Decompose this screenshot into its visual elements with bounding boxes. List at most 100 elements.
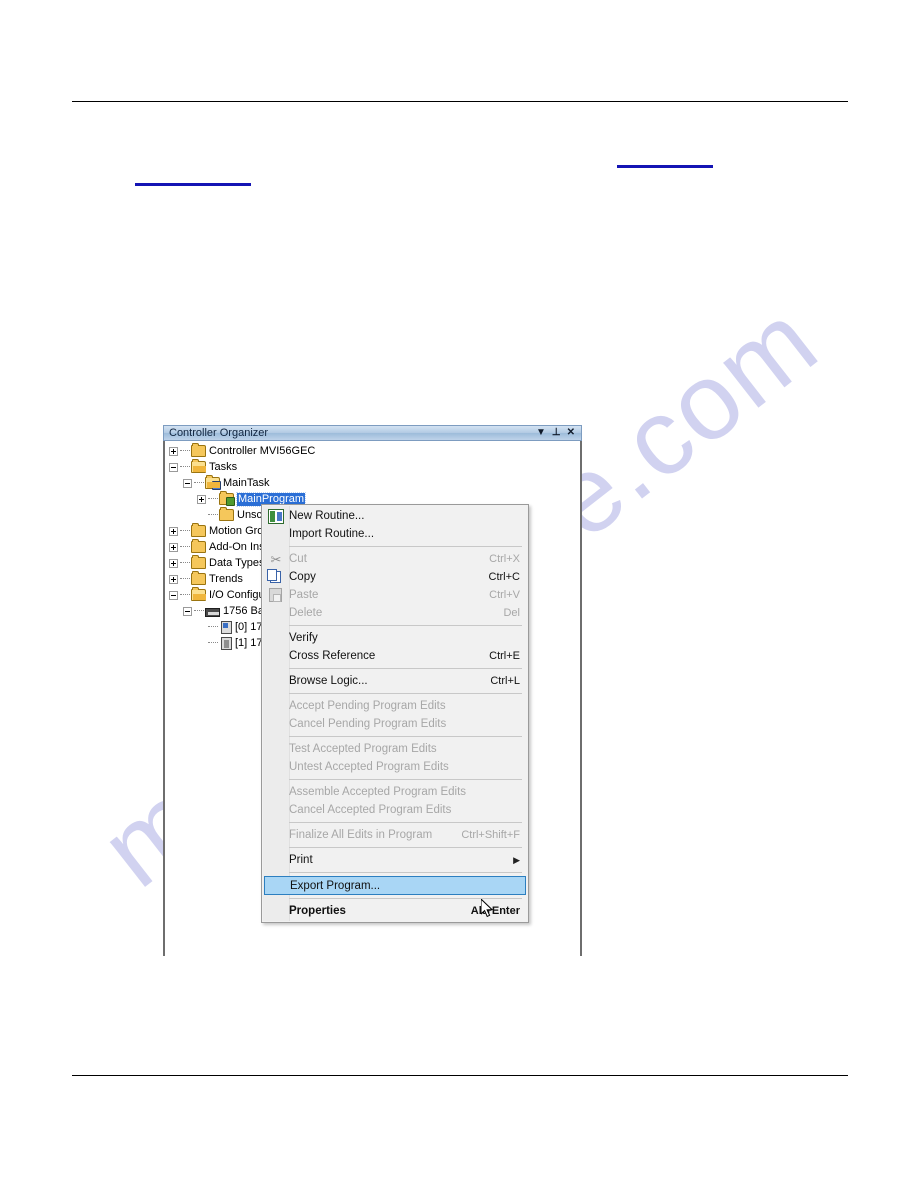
collapse-icon[interactable]	[183, 478, 192, 488]
menu-item-shortcut: Ctrl+Shift+F	[461, 829, 520, 841]
tree-connector	[208, 498, 218, 500]
page-footer-rule	[72, 1075, 848, 1076]
tree-connector	[180, 562, 190, 564]
folder-closed-icon	[219, 507, 234, 521]
menu-item-untest-accepted-program-edits: Untest Accepted Program Edits	[262, 758, 528, 776]
menu-item-label: Assemble Accepted Program Edits	[289, 786, 467, 798]
cross-reference-link-right[interactable]	[617, 165, 713, 168]
tree-connector	[208, 626, 218, 628]
menu-item-label: Import Routine...	[289, 528, 375, 540]
folder-closed-icon	[191, 539, 206, 553]
expand-icon[interactable]	[169, 558, 178, 568]
organizer-titlebar: Controller Organizer ▼ ⊥ ✕	[163, 425, 582, 441]
collapse-icon[interactable]	[183, 606, 192, 616]
menu-item-label: Verify	[289, 632, 318, 644]
menu-item-cancel-accepted-program-edits: Cancel Accepted Program Edits	[262, 801, 528, 819]
menu-item-print[interactable]: Print ▶	[262, 851, 528, 869]
expand-icon[interactable]	[169, 574, 178, 584]
module-icon	[221, 636, 232, 650]
tree-connector	[194, 482, 204, 484]
tree-connector	[180, 546, 190, 548]
tree-item-label: Tasks	[209, 460, 238, 473]
menu-item-shortcut: Del	[503, 607, 520, 619]
tree-item-tasks[interactable]: Tasks	[169, 459, 469, 475]
module-icon	[221, 620, 232, 634]
folder-closed-icon	[191, 571, 206, 585]
tree-item-label: [0] 17	[235, 620, 263, 633]
menu-item-cancel-pending-program-edits: Cancel Pending Program Edits	[262, 715, 528, 733]
expand-icon[interactable]	[169, 446, 178, 456]
cross-reference-link-left[interactable]	[135, 183, 251, 186]
folder-open-icon	[191, 587, 206, 601]
menu-item-label: Export Program...	[290, 879, 381, 892]
menu-item-cut: ✂ Cut Ctrl+X	[262, 550, 528, 568]
menu-separator	[289, 693, 522, 694]
paste-icon	[269, 588, 282, 602]
cut-icon: ✂	[270, 552, 282, 567]
expand-icon[interactable]	[197, 494, 206, 504]
menu-separator	[289, 736, 522, 737]
dropdown-icon[interactable]: ▼	[536, 428, 546, 438]
tree-item-label: Data Types	[209, 556, 265, 569]
menu-item-label: Properties	[289, 905, 346, 917]
menu-separator	[289, 898, 522, 899]
tree-connector	[180, 578, 190, 580]
menu-item-new-routine[interactable]: New Routine...	[262, 507, 528, 525]
menu-item-shortcut: Ctrl+E	[489, 650, 520, 662]
menu-item-properties[interactable]: Properties Alt+Enter	[262, 902, 528, 920]
menu-item-import-routine[interactable]: Import Routine...	[262, 525, 528, 543]
menu-item-label: Paste	[289, 589, 319, 601]
backplane-icon	[205, 607, 220, 617]
collapse-icon[interactable]	[169, 590, 178, 600]
menu-item-label: Cancel Accepted Program Edits	[289, 804, 452, 816]
expand-icon[interactable]	[169, 526, 178, 536]
tree-connector	[194, 610, 204, 612]
menu-item-copy[interactable]: Copy Ctrl+C	[262, 568, 528, 586]
page-header-rule	[72, 101, 848, 102]
menu-item-label: Finalize All Edits in Program	[289, 829, 433, 841]
tree-item-label: [1] 17	[235, 636, 263, 649]
copy-icon	[267, 569, 281, 583]
close-icon[interactable]: ✕	[567, 428, 575, 438]
menu-item-export-program[interactable]: Export Program...	[264, 876, 526, 895]
menu-item-verify[interactable]: Verify	[262, 629, 528, 647]
tree-item-label: Controller MVI56GEC	[209, 444, 316, 457]
program-context-menu: New Routine... Import Routine... ✂ Cut Ctrl+…	[261, 504, 529, 923]
menu-item-label: Print	[289, 854, 313, 866]
task-badge-icon	[212, 481, 221, 490]
menu-item-assemble-accepted-program-edits: Assemble Accepted Program Edits	[262, 783, 528, 801]
menu-item-delete: Delete Del	[262, 604, 528, 622]
menu-item-label: Accept Pending Program Edits	[289, 700, 446, 712]
tree-connector	[208, 642, 218, 644]
menu-item-cross-reference[interactable]: Cross Reference Ctrl+E	[262, 647, 528, 665]
menu-item-label: Cross Reference	[289, 650, 376, 662]
collapse-icon[interactable]	[169, 462, 178, 472]
tree-item-controller-mvi56gec[interactable]: Controller MVI56GEC	[169, 443, 469, 459]
program-badge-icon	[226, 497, 235, 506]
folder-closed-icon	[191, 443, 206, 457]
menu-item-accept-pending-program-edits: Accept Pending Program Edits	[262, 697, 528, 715]
menu-item-paste: Paste Ctrl+V	[262, 586, 528, 604]
folder-closed-icon	[191, 523, 206, 537]
menu-separator	[289, 546, 522, 547]
tree-item-maintask[interactable]: MainTask	[169, 475, 469, 491]
menu-item-shortcut: Ctrl+C	[488, 571, 520, 583]
submenu-arrow-icon: ▶	[513, 854, 520, 865]
menu-item-browse-logic[interactable]: Browse Logic... Ctrl+L	[262, 672, 528, 690]
tree-item-label: Add-On Inst	[209, 540, 268, 553]
task-folder-icon	[205, 475, 221, 490]
expand-icon[interactable]	[169, 542, 178, 552]
organizer-title: Controller Organizer	[169, 427, 269, 439]
folder-closed-icon	[191, 555, 206, 569]
tree-connector	[208, 514, 218, 516]
organizer-titlebar-buttons: ▼ ⊥ ✕	[536, 428, 581, 438]
menu-item-shortcut: Ctrl+X	[489, 553, 520, 565]
menu-item-label: Copy	[289, 571, 316, 583]
menu-item-label: Delete	[289, 607, 323, 619]
menu-item-label: Browse Logic...	[289, 675, 368, 687]
menu-separator	[289, 847, 522, 848]
tree-connector	[180, 594, 190, 596]
folder-open-icon	[191, 459, 206, 473]
pin-icon[interactable]: ⊥	[552, 428, 561, 438]
menu-separator	[289, 872, 522, 873]
